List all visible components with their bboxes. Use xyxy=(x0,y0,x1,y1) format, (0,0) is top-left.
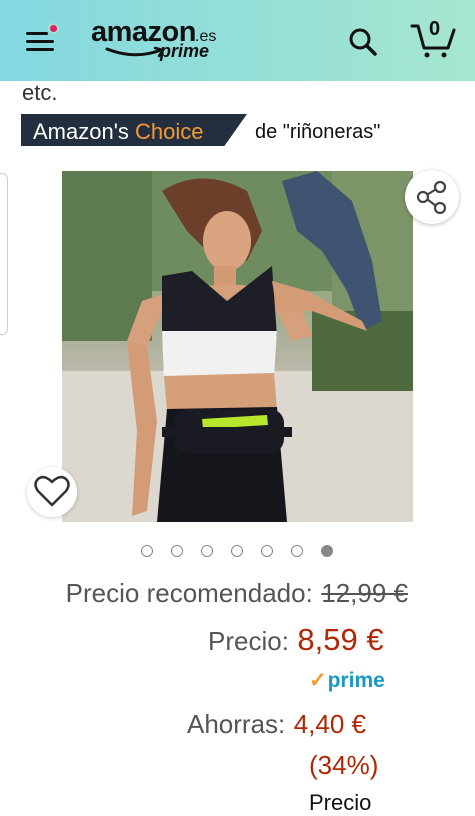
price-row: Precio: 8,59 € xyxy=(208,622,384,658)
side-drawer-handle[interactable] xyxy=(0,173,8,335)
cart-count: 0 xyxy=(429,18,441,40)
carousel-dot[interactable] xyxy=(261,545,273,557)
product-photo xyxy=(62,171,413,522)
logo-prime: prime xyxy=(160,41,210,61)
heart-icon xyxy=(34,475,70,507)
cart-button[interactable]: 0 xyxy=(410,18,456,60)
carousel-dot[interactable] xyxy=(171,545,183,557)
previous-text-fragment: etc. xyxy=(22,80,58,105)
prime-badge: ✓prime xyxy=(309,669,385,692)
badge-accent-text: Choice xyxy=(135,119,204,144)
menu-button[interactable] xyxy=(26,23,60,56)
product-image[interactable] xyxy=(62,171,413,522)
list-price-label: Precio recomendado: xyxy=(65,578,313,608)
wishlist-button[interactable] xyxy=(27,467,77,517)
carousel-dots xyxy=(141,545,341,561)
carousel-dot[interactable] xyxy=(231,545,243,557)
list-price-value: 12,99 € xyxy=(321,578,408,608)
search-button[interactable] xyxy=(348,27,378,57)
badge-category: de "riñoneras" xyxy=(255,121,381,143)
search-icon xyxy=(349,28,377,56)
share-button[interactable] xyxy=(405,170,459,224)
share-icon xyxy=(416,180,447,215)
header-bar: amazon .es prime 0 xyxy=(0,0,475,81)
amazon-prime-logo[interactable]: amazon .es prime xyxy=(91,16,221,66)
badge-text: Amazon's xyxy=(33,119,136,144)
savings-amount: 4,40 € xyxy=(293,709,367,739)
savings-label: Ahorras: xyxy=(187,709,286,739)
carousel-dot[interactable] xyxy=(291,545,303,557)
amazons-choice-badge[interactable]: Amazon's Choice xyxy=(21,114,247,146)
notification-dot xyxy=(48,23,59,34)
savings-row: Ahorras: 4,40 € xyxy=(187,709,366,740)
price-value: 8,59 € xyxy=(297,622,384,657)
price-label: Precio: xyxy=(208,626,289,656)
smile-icon xyxy=(105,46,166,58)
list-price-row: Precio recomendado: 12,99 € xyxy=(66,578,408,609)
carousel-dot[interactable] xyxy=(201,545,213,557)
savings-percent: (34%) xyxy=(309,750,379,780)
carousel-dot[interactable] xyxy=(141,545,153,557)
next-price-label: Precio xyxy=(309,790,372,815)
carousel-dot[interactable] xyxy=(321,545,333,557)
prime-check-icon: ✓ xyxy=(309,669,327,692)
